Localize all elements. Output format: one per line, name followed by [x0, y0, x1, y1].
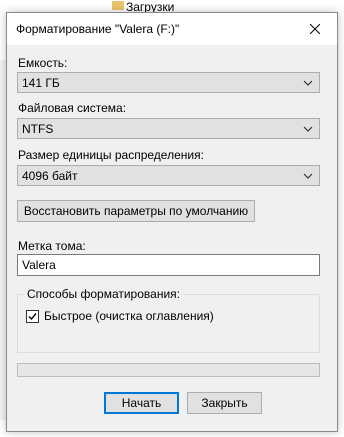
close-dialog-label: Закрыть: [201, 396, 248, 410]
chevron-down-icon: [303, 173, 313, 179]
volume-label-caption: Метка тома:: [18, 239, 86, 253]
chevron-down-icon: [303, 80, 313, 86]
dialog-title: Форматирование "Valera (F:)": [16, 22, 180, 36]
close-button[interactable]: [292, 13, 337, 45]
capacity-select[interactable]: 141 ГБ: [17, 72, 320, 93]
quick-format-label[interactable]: Быстрое (очистка оглавления): [44, 309, 214, 323]
chevron-down-icon: [303, 126, 313, 132]
start-button-label: Начать: [121, 396, 162, 410]
allocation-select[interactable]: 4096 байт: [17, 165, 320, 186]
title-bar: Форматирование "Valera (F:)": [7, 13, 337, 45]
allocation-label: Размер единицы распределения:: [18, 148, 204, 162]
filesystem-label: Файловая система:: [18, 101, 127, 115]
start-button[interactable]: Начать: [104, 392, 179, 414]
capacity-label: Емкость:: [18, 56, 68, 70]
filesystem-value: NTFS: [22, 122, 54, 136]
filesystem-select[interactable]: NTFS: [17, 118, 320, 139]
quick-format-checkbox[interactable]: [26, 310, 39, 323]
volume-label-value: Valera: [22, 258, 56, 272]
checkmark-icon: [28, 313, 37, 321]
volume-label-input[interactable]: Valera: [17, 254, 320, 276]
format-options-label: Способы форматирования:: [24, 287, 183, 301]
format-progress-bar: [17, 363, 320, 377]
format-dialog: Форматирование "Valera (F:)" Емкость: 14…: [6, 12, 338, 432]
close-icon: [309, 24, 320, 34]
folder-icon: [112, 1, 124, 10]
format-options-group: [17, 294, 320, 353]
restore-defaults-label: Восстановить параметры по умолчанию: [23, 204, 249, 218]
capacity-value: 141 ГБ: [22, 76, 60, 90]
restore-defaults-button[interactable]: Восстановить параметры по умолчанию: [17, 200, 255, 222]
close-dialog-button[interactable]: Закрыть: [187, 392, 262, 414]
allocation-value: 4096 байт: [22, 169, 78, 183]
